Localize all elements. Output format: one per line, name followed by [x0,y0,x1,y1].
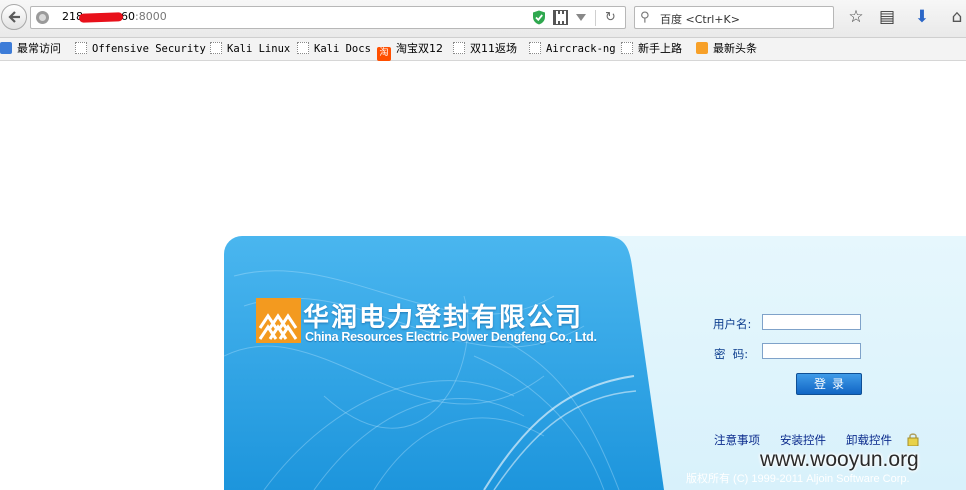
bookmark-double11[interactable]: 双11返场 [453,41,517,57]
url-bar[interactable]: 218 60:8000 ↻ [30,6,626,29]
globe-icon [36,11,49,24]
taobao-icon: 淘 [377,47,391,61]
bookmark-taobao[interactable]: 淘淘宝双12 [377,41,443,61]
uninstall-control-link[interactable]: 卸载控件 [846,432,892,448]
dropdown-icon[interactable] [576,14,586,21]
page-icon [75,42,87,54]
page-icon [529,42,541,54]
bookmark-offensive-security[interactable]: Offensive Security [75,41,206,57]
rss-icon [696,42,708,54]
search-placeholder: 百度 <Ctrl+K> [660,13,740,26]
search-bar[interactable]: ⚲ 百度 <Ctrl+K> [634,6,834,29]
logo-mark-icon [258,313,298,340]
back-icon [8,11,20,23]
shield-icon[interactable] [532,10,546,25]
bookmark-kali-linux[interactable]: Kali Linux [210,41,290,57]
page-icon [453,42,465,54]
bookmark-label: 最新头条 [713,42,757,55]
bookmark-label: 淘宝双12 [396,42,443,55]
url-suffix: 60 [121,10,135,23]
bookmarks-icon[interactable]: ▤ [877,7,897,27]
reload-icon[interactable]: ↻ [605,11,616,25]
browser-toolbar: 218 60:8000 ↻ ⚲ 百度 <Ctrl+K> ☆ ▤ ⬇ ⌂ [0,0,966,38]
login-button[interactable]: 登录 [796,373,862,395]
bookmark-label: 最常访问 [17,42,61,55]
username-input[interactable] [762,314,861,330]
home-icon[interactable]: ⌂ [947,7,966,27]
company-name-en: China Resources Electric Power Dengfeng … [305,330,597,344]
watermark: www.wooyun.org [760,448,919,471]
bookmark-label: Kali Docs [314,43,371,55]
star-icon[interactable]: ☆ [846,7,866,27]
url-port: :8000 [135,10,167,23]
lock-icon [907,433,919,446]
page-icon [210,42,222,54]
url-text[interactable]: 218 60:8000 [62,10,167,23]
bookmarks-bar: 最常访问 Offensive Security Kali Linux Kali … [0,38,966,61]
bookmark-label: Kali Linux [227,43,291,55]
download-icon[interactable]: ⬇ [912,7,932,27]
copyright-text: 版权所有 (C) 1999-2011 Aljoin Software Corp. [686,473,910,485]
bookmark-label: Aircrack-ng [546,43,616,55]
most-visited-icon [0,42,12,54]
bookmark-label: 双11返场 [470,42,517,55]
bookmark-label: 新手上路 [638,42,682,55]
page-icon [297,42,309,54]
bookmark-aircrack[interactable]: Aircrack-ng [529,41,616,57]
back-button[interactable] [1,4,27,30]
bookmark-kali-docs[interactable]: Kali Docs [297,41,371,57]
company-name-cn: 华润电力登封有限公司 [303,303,584,333]
url-separator [595,10,596,26]
page-icon [621,42,633,54]
qr-code-icon[interactable] [553,10,568,25]
bookmark-latest-headlines[interactable]: 最新头条 [696,41,757,57]
bookmark-most-visited[interactable]: 最常访问 [0,41,61,57]
username-label: 用户名: [713,317,752,331]
bookmark-label: Offensive Security [92,43,206,55]
password-input[interactable] [762,343,861,359]
redaction-mark [78,11,124,23]
password-label: 密 码: [714,347,749,361]
install-control-link[interactable]: 安装控件 [780,432,826,448]
company-logo [256,298,301,343]
search-icon[interactable]: ⚲ [640,10,650,25]
notice-link[interactable]: 注意事项 [714,432,760,448]
bookmark-getting-started[interactable]: 新手上路 [621,41,682,57]
